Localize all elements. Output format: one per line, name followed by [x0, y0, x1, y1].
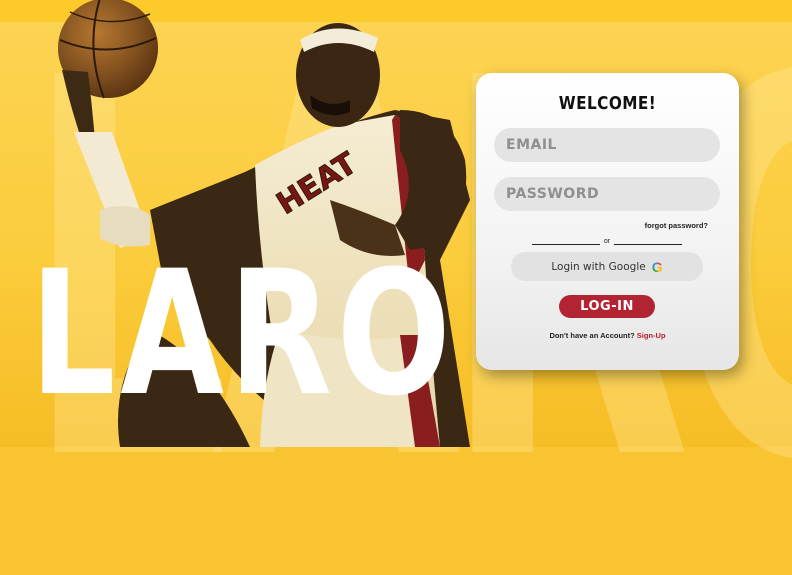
google-login-label: Login with Google [551, 260, 646, 273]
or-divider: or [532, 238, 682, 250]
brand-logo: LARO [30, 233, 456, 434]
google-g-icon: G [651, 258, 663, 275]
signup-prompt: Don't have an Account? [549, 331, 635, 340]
email-field[interactable] [494, 128, 720, 162]
signup-link[interactable]: Sign-Up [637, 331, 666, 340]
password-field[interactable] [494, 177, 720, 211]
login-card: WELCOME! forgot password? or Login with … [476, 73, 739, 370]
welcome-heading: WELCOME! [558, 93, 657, 114]
login-button[interactable]: LOG-IN [559, 295, 655, 318]
google-login-button[interactable]: Login with Google G [511, 252, 703, 281]
divider-line-right [614, 244, 682, 245]
forgot-password-link[interactable]: forgot password? [645, 221, 708, 230]
signup-row: Don't have an Account? Sign-Up [476, 331, 739, 340]
